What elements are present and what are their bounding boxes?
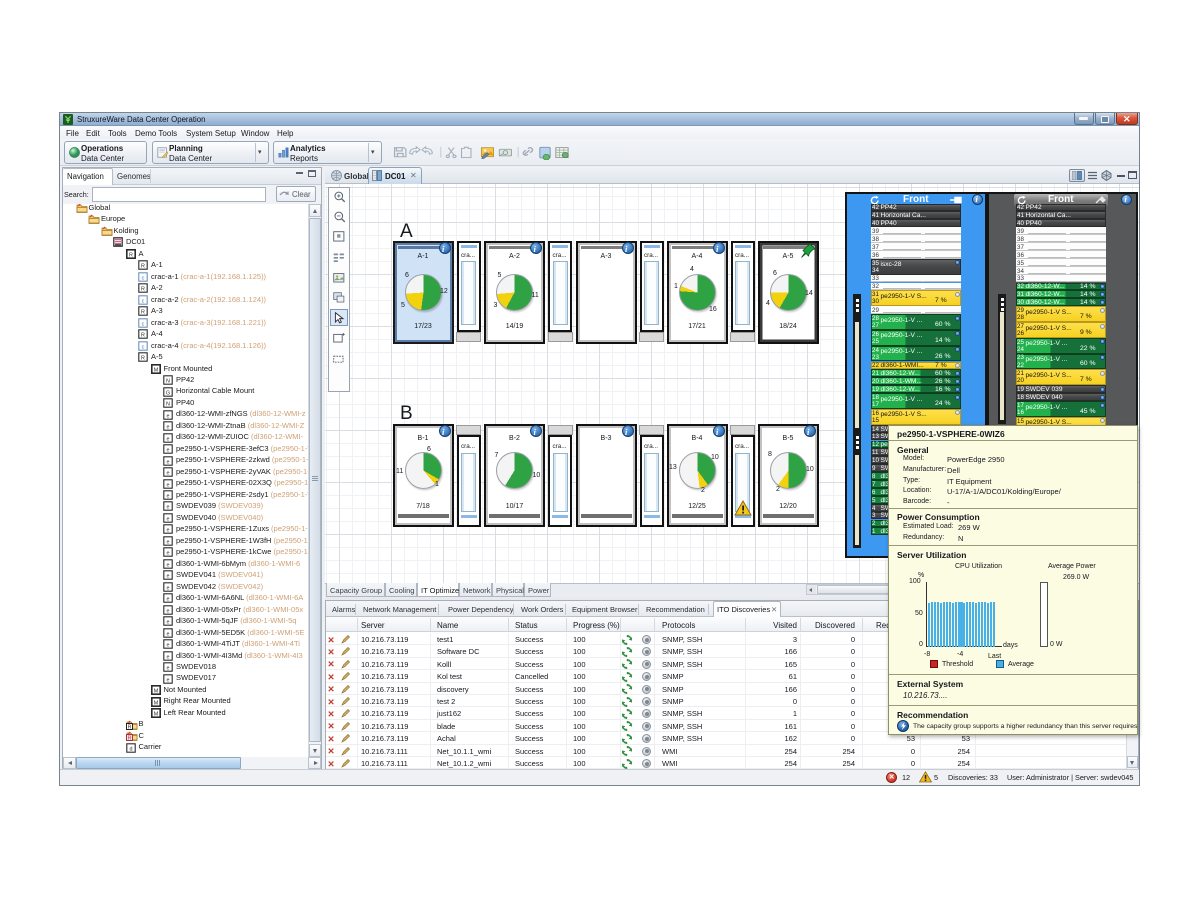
svg-text:R: R — [127, 724, 131, 729]
svg-text:M: M — [153, 700, 158, 706]
svg-text:e: e — [167, 551, 170, 557]
svg-text:e: e — [167, 436, 170, 442]
svg-text:R: R — [141, 264, 145, 270]
svg-text:e: e — [167, 517, 170, 523]
svg-text:e: e — [167, 528, 170, 534]
svg-text:c: c — [142, 344, 145, 350]
svg-text:e: e — [167, 413, 170, 419]
svg-text:N: N — [166, 402, 170, 408]
svg-text:e: e — [167, 540, 170, 546]
svg-text:e: e — [167, 562, 170, 568]
svg-text:e: e — [167, 654, 170, 660]
svg-text:M: M — [153, 367, 158, 373]
svg-text:R: R — [129, 253, 133, 259]
svg-text:R: R — [141, 333, 145, 339]
svg-text:e: e — [167, 459, 170, 465]
svg-text:e: e — [167, 482, 170, 488]
svg-text:e: e — [167, 608, 170, 614]
svg-text:M: M — [153, 712, 158, 718]
svg-text:c: c — [142, 275, 145, 281]
svg-text:e: e — [167, 677, 170, 683]
svg-text:e: e — [167, 643, 170, 649]
svg-text:d: d — [129, 746, 132, 752]
svg-text:e: e — [167, 620, 170, 626]
svg-text:G: G — [166, 390, 170, 396]
svg-text:e: e — [167, 425, 170, 431]
svg-text:e: e — [167, 585, 170, 591]
svg-text:M: M — [153, 689, 158, 695]
svg-text:c: c — [142, 298, 145, 304]
svg-text:e: e — [167, 597, 170, 603]
svg-text:e: e — [167, 505, 170, 511]
svg-text:N: N — [166, 379, 170, 385]
svg-text:R: R — [141, 356, 145, 362]
svg-text:e: e — [167, 631, 170, 637]
svg-text:e: e — [167, 471, 170, 477]
svg-text:e: e — [167, 448, 170, 454]
svg-text:e: e — [167, 494, 170, 500]
svg-text:c: c — [142, 321, 145, 327]
svg-text:e: e — [167, 574, 170, 580]
svg-text:R: R — [141, 310, 145, 316]
svg-text:R: R — [141, 287, 145, 293]
svg-text:R: R — [127, 736, 131, 741]
svg-text:e: e — [167, 666, 170, 672]
